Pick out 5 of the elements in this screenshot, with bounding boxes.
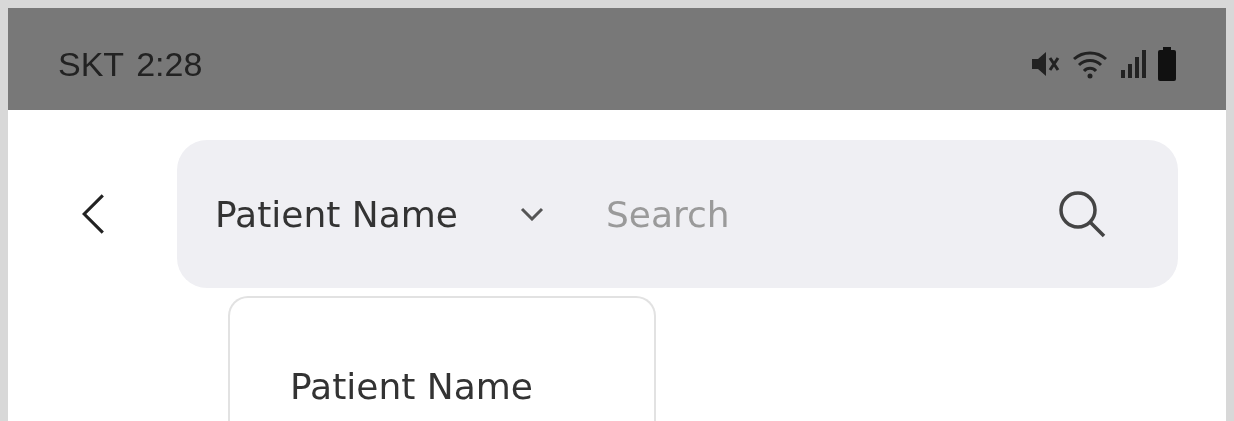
- clock-time: 2:28: [136, 44, 203, 84]
- dropdown-option[interactable]: Patient Name: [290, 366, 654, 407]
- carrier-name: SKT: [58, 44, 125, 84]
- search-input[interactable]: Search: [604, 192, 1056, 236]
- field-selector[interactable]: Patient Name: [215, 193, 544, 235]
